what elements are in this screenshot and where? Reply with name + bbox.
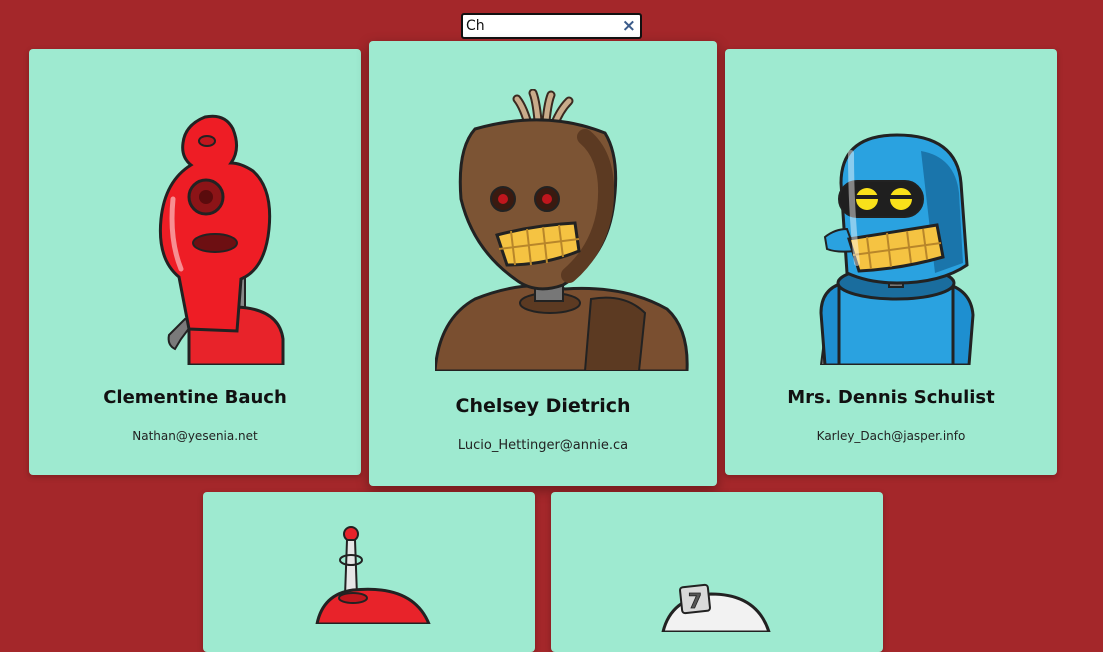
card-name: Mrs. Dennis Schulist <box>787 387 995 408</box>
robot-card[interactable]: Chelsey Dietrich Lucio_Hettinger@annie.c… <box>369 41 717 486</box>
robot-card[interactable]: Clementine Bauch Nathan@yesenia.net <box>29 49 361 475</box>
card-name: Clementine Bauch <box>103 387 287 408</box>
search-box: × <box>461 13 642 39</box>
card-email: Nathan@yesenia.net <box>132 429 258 443</box>
brown-robot-icon <box>435 89 689 371</box>
card-email: Karley_Dach@jasper.info <box>816 429 966 443</box>
card-name: Chelsey Dietrich <box>455 395 631 417</box>
red-robot-icon <box>158 114 285 365</box>
red-antenna-robot-icon <box>315 526 431 624</box>
clear-search-icon[interactable]: × <box>622 15 636 37</box>
robot-card[interactable]: Mrs. Dennis Schulist Karley_Dach@jasper.… <box>725 49 1057 475</box>
svg-text:7: 7 <box>688 589 702 613</box>
blue-robot-icon <box>819 133 975 365</box>
robot-card[interactable] <box>203 492 535 652</box>
search-input[interactable] <box>466 16 616 36</box>
robot-card[interactable]: 7 <box>551 492 883 652</box>
card-email: Lucio_Hettinger@annie.ca <box>457 438 629 453</box>
white-robot-icon: 7 <box>661 583 771 632</box>
